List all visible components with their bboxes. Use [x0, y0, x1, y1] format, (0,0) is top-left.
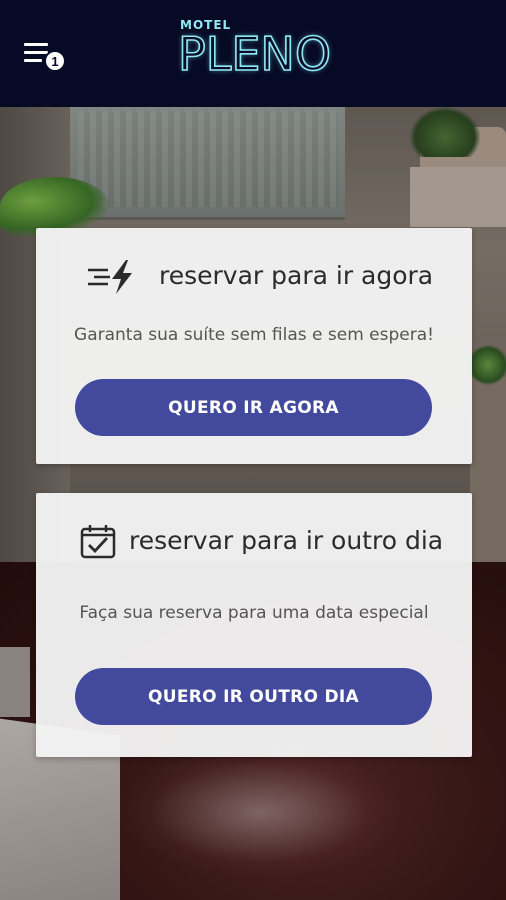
card-title: reservar para ir outro dia: [129, 526, 444, 555]
menu-icon-line: [24, 51, 48, 54]
logo-title: PLENO: [177, 26, 332, 82]
fast-lightning-icon: [88, 260, 132, 294]
app-header: 1 MOTEL PLENO: [0, 0, 506, 107]
card-subtitle: Faça sua reserva para uma data especial: [79, 603, 429, 623]
menu-icon: [24, 43, 48, 46]
reserve-other-day-card: reservar para ir outro dia Faça sua rese…: [36, 493, 472, 757]
calendar-check-icon: [80, 525, 116, 559]
notification-badge: 1: [44, 50, 66, 72]
go-other-day-button[interactable]: QUERO IR OUTRO DIA: [75, 668, 432, 725]
menu-button[interactable]: 1: [24, 40, 70, 74]
go-now-button[interactable]: QUERO IR AGORA: [75, 379, 432, 436]
card-subtitle: Garanta sua suíte sem filas e sem espera…: [74, 325, 434, 345]
motel-logo: MOTEL PLENO: [177, 16, 338, 86]
menu-icon-line: [24, 59, 42, 62]
reserve-now-card: reservar para ir agora Garanta sua suíte…: [36, 228, 472, 464]
card-title: reservar para ir agora: [159, 261, 434, 290]
